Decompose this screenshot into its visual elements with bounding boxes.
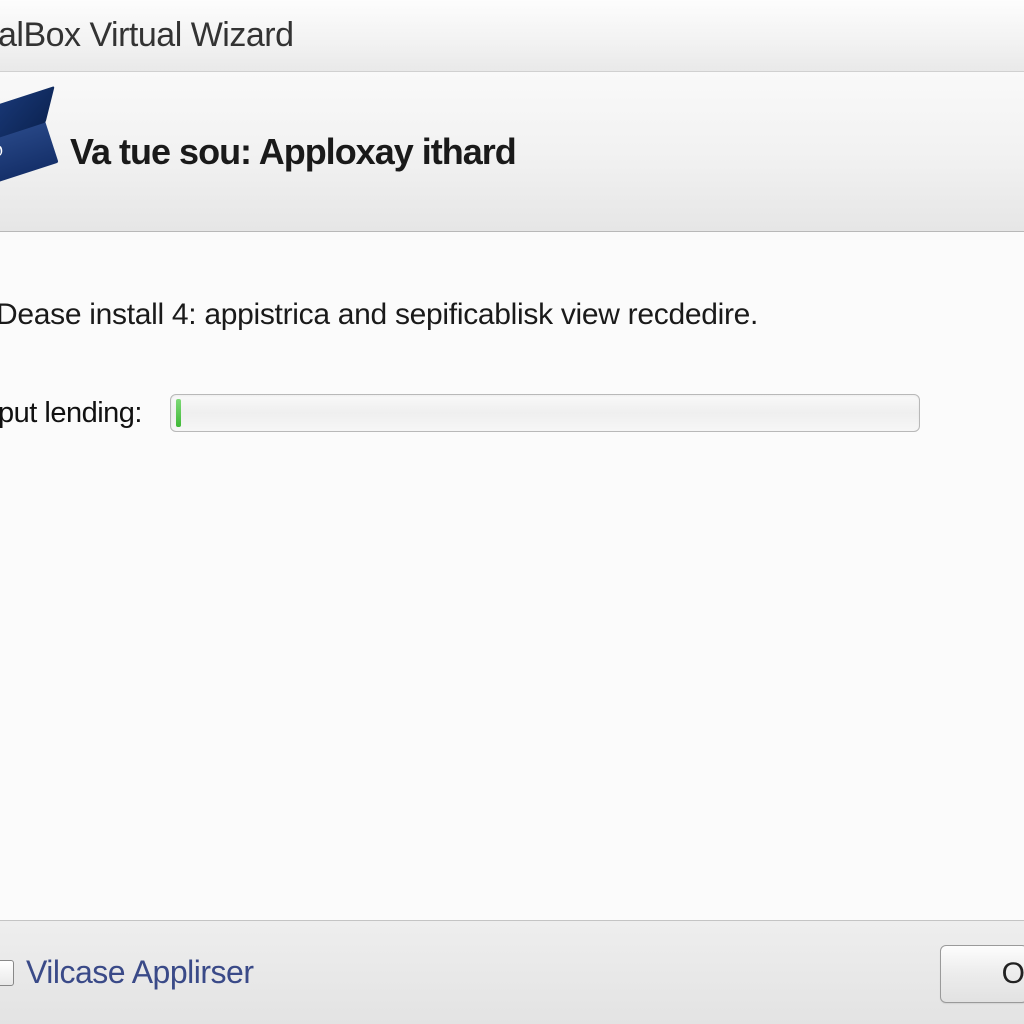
footer-link[interactable]: Vilcase Applirser [26,954,253,991]
progress-fill [176,399,181,427]
step-heading: Va tue sou: Apploxay ithard [70,131,516,173]
footer-checkbox[interactable] [0,960,14,986]
ok-button[interactable]: O [940,945,1024,1003]
wizard-header: .no Va tue sou: Apploxay ithard [0,72,1024,232]
window-title: alBox Virtual Wizard [0,16,294,55]
titlebar[interactable]: alBox Virtual Wizard [0,0,1024,72]
progress-row: put lending: [0,394,1024,432]
wizard-content: Dease install 4: appistrica and sepifica… [0,232,1024,920]
progress-bar [170,394,920,432]
wizard-window: alBox Virtual Wizard .no Va tue sou: App… [0,0,1024,1024]
product-box-icon: .no [0,88,71,182]
step-description: Dease install 4: appistrica and sepifica… [0,298,1024,332]
ok-button-label: O [1002,957,1024,991]
wizard-footer: Vilcase Applirser O [0,920,1024,1024]
progress-label: put lending: [0,397,142,430]
